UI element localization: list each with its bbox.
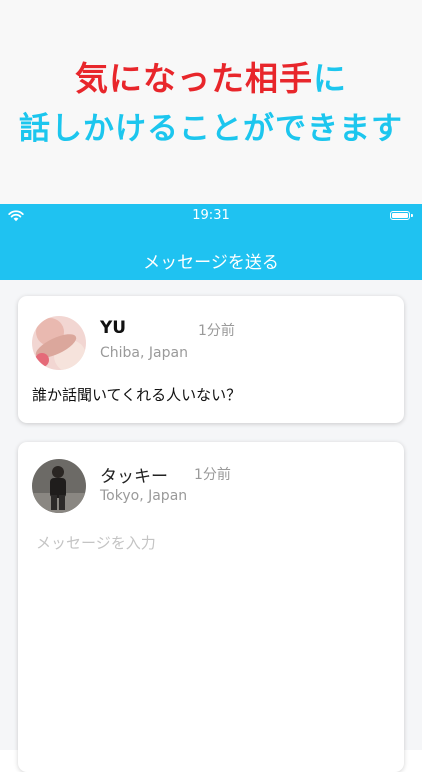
promo-banner: 気になった相手に 話しかけることができます [0,0,422,204]
received-post-card[interactable]: YU 1分前 Chiba, Japan 誰か話聞いてくれる人いない？ [18,296,404,423]
post-message: 誰か話聞いてくれる人いない？ [32,386,242,404]
reply-timestamp: 1分前 [194,467,231,483]
status-time: 19:31 [192,208,230,223]
avatar[interactable] [32,316,86,370]
promo-highlight-text: 気になった相手 [75,59,313,98]
avatar[interactable] [32,459,86,513]
reply-location: Tokyo, Japan [100,488,188,504]
battery-icon [390,211,413,220]
promo-headline-line2: 話しかけることができます [19,111,403,147]
reply-composer-card: タッキー 1分前 Tokyo, Japan [18,442,404,772]
promo-headline-line1: 気になった相手に [0,52,422,100]
message-area: YU 1分前 Chiba, Japan 誰か話聞いてくれる人いない？ タッキー … [0,280,422,772]
post-timestamp: 1分前 [198,323,235,339]
post-location: Chiba, Japan [100,345,188,361]
navigation-bar: メッセージを送る [0,228,422,280]
page-title: メッセージを送る [143,253,279,273]
reply-username: タッキー [100,467,168,487]
status-bar: 19:31 [0,204,422,228]
avatar-photo [32,459,86,513]
message-input[interactable] [36,528,386,558]
avatar-photo [32,316,86,370]
promo-headline-particle: に [313,59,347,98]
post-username: YU [100,318,127,338]
